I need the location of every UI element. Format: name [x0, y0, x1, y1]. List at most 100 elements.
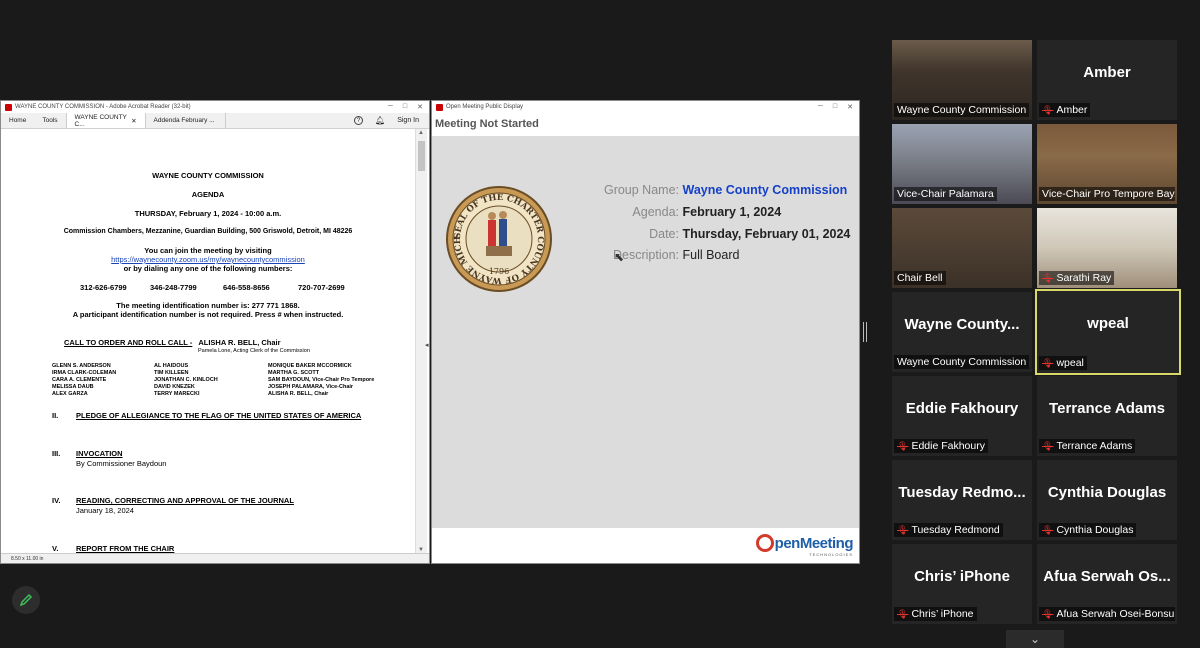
doc-phone: 646-558-8656: [223, 283, 270, 292]
participant-name-text: Chris’ iPhone: [911, 608, 974, 620]
description-label: Description:: [613, 248, 679, 262]
page-size-status: 8.50 x 11.00 in: [1, 553, 429, 563]
roll-name: JONATHAN C. KINLOCH: [154, 377, 218, 383]
participant-name-label: 🎙︎ Chris’ iPhone: [894, 607, 977, 621]
maximize-icon[interactable]: □: [833, 103, 837, 111]
participant-name-label: Chair Bell: [894, 271, 946, 285]
participant-tile[interactable]: Wayne County... Wayne County Commission: [892, 292, 1032, 372]
acrobat-window: WAYNE COUNTY COMMISSION - Adobe Acrobat …: [0, 100, 430, 564]
scroll-up-icon[interactable]: ▲: [418, 130, 424, 136]
tab-document-agenda[interactable]: WAYNE COUNTY C... ✕: [65, 113, 146, 128]
participant-display-name: Terrance Adams: [1049, 400, 1165, 417]
acrobat-titlebar: WAYNE COUNTY COMMISSION - Adobe Acrobat …: [1, 101, 429, 113]
gallery-scroll-down-button[interactable]: ⌄: [1006, 630, 1064, 648]
openmeeting-o-icon: [755, 534, 774, 552]
annotate-button[interactable]: [12, 586, 40, 614]
participant-tile[interactable]: Tuesday Redmo... 🎙︎ Tuesday Redmond: [892, 460, 1032, 540]
section-title: PLEDGE OF ALLEGIANCE TO THE FLAG OF THE …: [76, 411, 362, 420]
participant-name-text: Sarathi Ray: [1056, 272, 1112, 284]
tab-document-addenda[interactable]: Addenda February ...: [146, 113, 226, 128]
roll-name: IRMA CLARK-COLEMAN: [52, 370, 117, 376]
roll-name: TERRY MARECKI: [154, 391, 200, 397]
roll-name: GLENN S. ANDERSON: [52, 363, 111, 369]
acrobat-title: WAYNE COUNTY COMMISSION - Adobe Acrobat …: [15, 104, 191, 110]
county-seal-icon: SEAL OF THE CHARTER COUNTY OF WAYNE MICH…: [446, 186, 552, 292]
participant-name-text: Tuesday Redmond: [911, 524, 1000, 536]
participant-tile[interactable]: 🎙︎ Sarathi Ray: [1037, 208, 1177, 288]
mic-off-icon: 🎙︎: [1042, 525, 1054, 535]
roll-name: TIM KILLEEN: [154, 370, 189, 376]
doc-location: Commission Chambers, Mezzanine, Guardian…: [63, 228, 353, 235]
participant-name-text: wpeal: [1056, 357, 1084, 369]
participant-tile[interactable]: wpeal 🎙︎ wpeal: [1035, 289, 1181, 375]
openmeeting-title: Open Meeting Public Display: [446, 104, 524, 110]
close-icon[interactable]: ✕: [417, 103, 423, 111]
participant-tile[interactable]: Terrance Adams 🎙︎ Terrance Adams: [1037, 376, 1177, 456]
tab-home[interactable]: Home: [1, 113, 34, 128]
participant-tile[interactable]: Chris’ iPhone 🎙︎ Chris’ iPhone: [892, 544, 1032, 624]
group-name-label: Group Name:: [603, 183, 679, 197]
participant-display-name: Cynthia Douglas: [1047, 484, 1167, 501]
scrollbar-thumb[interactable]: [418, 141, 425, 171]
roll-name: DAVID KNEZEK: [154, 384, 195, 390]
doc-chair: ALISHA R. BELL, Chair: [198, 338, 281, 347]
openmeeting-logo: penMeeting TECHNOLOGIES: [755, 534, 854, 557]
participant-tile[interactable]: Chair Bell: [892, 208, 1032, 288]
roll-name: CARA A. CLEMENTE: [52, 377, 107, 383]
participant-display-name: Amber: [1083, 64, 1131, 81]
section-number: III.: [52, 449, 61, 458]
participant-name-text: Amber: [1056, 104, 1088, 116]
doc-date: THURSDAY, February 1, 2024 - 10:00 a.m.: [134, 209, 282, 218]
doc-join-line: You can join the meeting by visiting: [144, 246, 272, 255]
participant-tile[interactable]: Afua Serwah Os... 🎙︎ Afua Serwah Osei-Bons…: [1037, 544, 1177, 624]
participant-tile[interactable]: Vice-Chair Pro Tempore Bay...: [1037, 124, 1177, 204]
close-icon[interactable]: ✕: [847, 103, 853, 111]
doc-participant-note: A participant identification number is n…: [72, 310, 344, 319]
section-number: IV.: [52, 496, 61, 505]
help-icon[interactable]: ?: [354, 116, 364, 125]
seal-year: 1796: [489, 267, 509, 276]
doc-zoom-link[interactable]: https://waynecounty.zoom.us/my/waynecoun…: [1, 255, 415, 264]
date-row: Date: Thursday, February 01, 2024: [571, 227, 850, 241]
minimize-icon[interactable]: ─: [818, 103, 823, 111]
collapse-pane-icon[interactable]: ◂: [425, 341, 429, 349]
doc-agenda-heading: AGENDA: [191, 190, 225, 199]
participant-name-text: Vice-Chair Pro Tempore Bay...: [1042, 188, 1175, 200]
acrobat-tabbar: Home Tools WAYNE COUNTY C... ✕ Addenda F…: [1, 113, 429, 129]
participant-tile[interactable]: Wayne County Commission: [892, 40, 1032, 120]
pen-icon: [19, 593, 33, 607]
participant-name-label: Vice-Chair Pro Tempore Bay...: [1039, 187, 1175, 201]
tab-close-icon[interactable]: ✕: [131, 117, 136, 125]
panel-splitter-handle[interactable]: [863, 322, 867, 342]
openmeeting-brand-tagline: TECHNOLOGIES: [809, 552, 853, 557]
maximize-icon[interactable]: □: [403, 103, 407, 111]
section-subtitle: By Commissioner Baydoun: [76, 459, 167, 468]
doc-call-to-order-title: CALL TO ORDER AND ROLL CALL -: [64, 338, 193, 347]
participant-display-name: Chris’ iPhone: [914, 568, 1010, 585]
doc-call-to-order: CALL TO ORDER AND ROLL CALL - ALISHA R. …: [64, 338, 281, 347]
participant-tile[interactable]: Vice-Chair Palamara: [892, 124, 1032, 204]
participant-tile[interactable]: Amber 🎙︎ Amber: [1037, 40, 1177, 120]
mic-off-icon: 🎙︎: [1042, 609, 1054, 619]
participant-name-label: 🎙︎ Eddie Fakhoury: [894, 439, 988, 453]
participant-tile[interactable]: Eddie Fakhoury 🎙︎ Eddie Fakhoury: [892, 376, 1032, 456]
meeting-info-panel: SEAL OF THE CHARTER COUNTY OF WAYNE MICH…: [432, 136, 859, 528]
mic-off-icon: 🎙︎: [1042, 273, 1054, 283]
description-row: Description: Full Board: [571, 248, 739, 262]
roll-name: MELISSA DAUB: [52, 384, 94, 390]
tab-tools[interactable]: Tools: [34, 113, 65, 128]
participant-name-label: Wayne County Commission: [894, 103, 1030, 117]
openmeeting-footer: penMeeting TECHNOLOGIES: [432, 528, 859, 563]
sign-in-button[interactable]: Sign In: [397, 117, 419, 124]
participant-tile[interactable]: Cynthia Douglas 🎙︎ Cynthia Douglas: [1037, 460, 1177, 540]
agenda-value: February 1, 2024: [682, 205, 782, 219]
minimize-icon[interactable]: ─: [388, 103, 393, 111]
doc-dial-line: or by dialing any one of the following n…: [123, 264, 293, 273]
doc-meeting-id: The meeting identification number is: 27…: [116, 301, 300, 310]
participant-name-label: 🎙︎ Terrance Adams: [1039, 439, 1136, 453]
section-number: V.: [52, 544, 59, 553]
participant-name-label: 🎙︎ Afua Serwah Osei-Bonsu: [1039, 607, 1175, 621]
tab-document-label: Addenda February ...: [153, 117, 215, 124]
participant-display-name: Eddie Fakhoury: [905, 400, 1019, 417]
bell-icon[interactable]: 🔔︎: [375, 116, 385, 125]
